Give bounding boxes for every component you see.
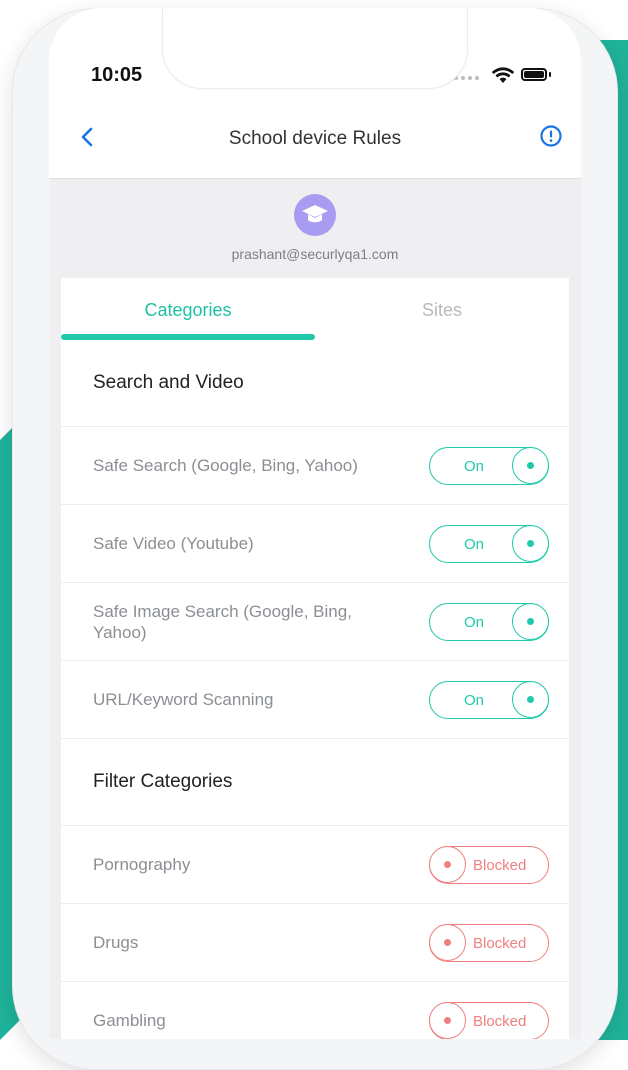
rule-label: Safe Image Search (Google, Bing, Yahoo) [93, 601, 352, 642]
toggle-knob [512, 525, 549, 562]
battery-cap [549, 72, 551, 77]
rule-row-safe-image-search: Safe Image Search (Google, Bing, Yahoo) … [61, 583, 569, 661]
user-email: prashant@securlyqa1.com [231, 246, 399, 262]
status-time: 10:05 [91, 64, 143, 86]
section-header-filter-categories: Filter Categories [61, 739, 569, 826]
rules-card: Categories Sites Search and Video Safe S… [61, 278, 569, 1039]
toggle-state: On [464, 458, 485, 475]
toggle-knob [429, 1002, 466, 1039]
rule-label: URL/Keyword Scanning [93, 690, 274, 709]
nav-bar: School device Rules [49, 104, 581, 179]
url-keyword-scanning-toggle[interactable]: On [429, 681, 549, 719]
section-title: Filter Categories [93, 771, 233, 792]
toggle-state: On [464, 536, 485, 553]
toggle-knob [512, 681, 549, 718]
profile-header: prashant@securlyqa1.com [49, 178, 581, 288]
safe-image-search-toggle[interactable]: On [429, 603, 549, 641]
drugs-toggle[interactable]: Blocked [429, 924, 549, 962]
screen: 10:05 School device Rules prashant@secur… [49, 8, 581, 1039]
rule-label: Gambling [93, 1011, 166, 1030]
toggle-state: Blocked [473, 1013, 527, 1030]
toggle-state: Blocked [473, 857, 527, 874]
rule-row-safe-search: Safe Search (Google, Bing, Yahoo) On [61, 427, 569, 505]
alert-circle-icon[interactable] [539, 124, 563, 148]
tab-sites[interactable]: Sites [315, 300, 569, 321]
toggle-knob [512, 447, 549, 484]
rule-row-drugs: Drugs Blocked [61, 904, 569, 982]
tab-bar: Categories Sites [61, 278, 569, 340]
rule-row-gambling: Gambling Blocked [61, 982, 569, 1039]
gambling-toggle[interactable]: Blocked [429, 1002, 549, 1039]
safe-search-toggle[interactable]: On [429, 447, 549, 485]
graduation-cap-icon [302, 205, 328, 223]
pornography-toggle[interactable]: Blocked [429, 846, 549, 884]
rule-row-url-keyword-scanning: URL/Keyword Scanning On [61, 661, 569, 739]
toggle-knob [429, 846, 466, 883]
section-header-search-video: Search and Video [61, 340, 569, 427]
rule-label: Safe Search (Google, Bing, Yahoo) [93, 456, 358, 475]
page-title: School device Rules [228, 128, 402, 149]
toggle-knob [429, 924, 466, 961]
rule-label: Safe Video (Youtube) [93, 534, 254, 553]
battery-icon [521, 68, 547, 81]
section-title: Search and Video [93, 372, 244, 393]
tab-categories[interactable]: Categories [61, 300, 315, 321]
safe-video-toggle[interactable]: On [429, 525, 549, 563]
rule-label: Drugs [93, 933, 139, 952]
wifi-icon [491, 67, 515, 83]
toggle-state: On [464, 692, 485, 709]
rule-label: Pornography [93, 855, 191, 874]
toggle-knob [512, 603, 549, 640]
phone-notch [162, 8, 468, 89]
avatar [294, 194, 336, 236]
signal-icon [454, 76, 479, 80]
rule-row-pornography: Pornography Blocked [61, 826, 569, 904]
toggle-state: On [464, 614, 485, 631]
rule-row-safe-video: Safe Video (Youtube) On [61, 505, 569, 583]
toggle-state: Blocked [473, 935, 527, 952]
